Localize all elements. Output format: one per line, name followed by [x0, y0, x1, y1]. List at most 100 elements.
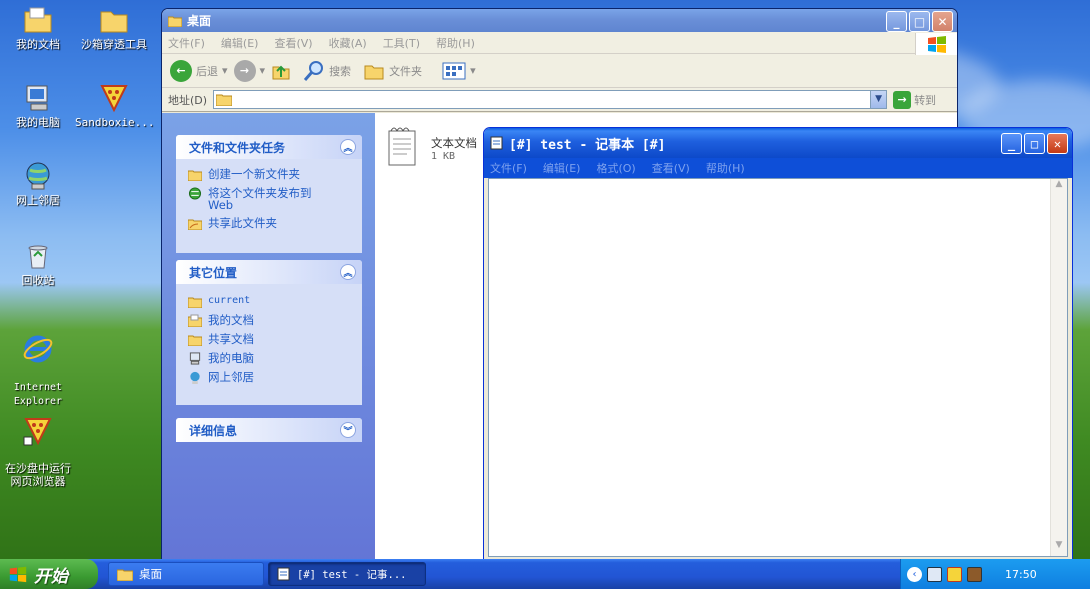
- scroll-down-arrow-icon[interactable]: ▼: [1051, 540, 1067, 556]
- place-label: 我的文档: [208, 313, 254, 327]
- expand-chevron-icon[interactable]: ︾: [340, 422, 356, 438]
- task-share-folder[interactable]: 共享此文件夹: [176, 214, 362, 233]
- details-panel-header[interactable]: 详细信息 ︾: [176, 418, 362, 442]
- place-current[interactable]: current: [176, 292, 362, 311]
- menu-file[interactable]: 文件(F): [490, 160, 527, 176]
- desktop-icon-recycle-bin[interactable]: 回收站: [0, 240, 77, 287]
- place-shared-documents[interactable]: 共享文档: [176, 330, 362, 349]
- menu-favorites[interactable]: 收藏(A): [329, 35, 367, 51]
- my-documents-icon: [24, 7, 52, 33]
- place-label: current: [208, 295, 251, 306]
- collapse-chevron-icon[interactable]: ︽: [340, 139, 356, 155]
- minimize-button[interactable]: _: [1001, 133, 1022, 154]
- desktop-icon-my-computer[interactable]: 我的电脑: [0, 82, 77, 129]
- go-label: 转到: [914, 93, 937, 107]
- menu-edit[interactable]: 编辑(E): [543, 160, 581, 176]
- desktop-icon-my-documents[interactable]: 我的文档: [0, 4, 77, 51]
- explorer-menubar: 文件(F) 编辑(E) 查看(V) 收藏(A) 工具(T) 帮助(H): [162, 32, 957, 54]
- clock: 17:50: [1005, 567, 1037, 581]
- start-button[interactable]: 开始: [0, 559, 98, 589]
- address-input[interactable]: ▼: [213, 90, 888, 109]
- task-label: 创建一个新文件夹: [208, 167, 300, 181]
- tasks-panel-header[interactable]: 文件和文件夹任务 ︽: [176, 135, 362, 159]
- maximize-button[interactable]: □: [1024, 133, 1045, 154]
- desktop-icon-sandbox-tool[interactable]: 沙箱穿透工具: [75, 4, 153, 51]
- sandboxie-tray-icon[interactable]: [947, 566, 962, 582]
- windows-logo-icon: [9, 566, 27, 583]
- computer-icon: [189, 352, 201, 365]
- forward-button[interactable]: → ▾: [233, 59, 265, 82]
- taskbar-item-desktop[interactable]: 桌面: [108, 562, 264, 586]
- notepad-titlebar[interactable]: [#] test - 记事本 [#] _ □ ✕: [484, 128, 1072, 158]
- tasks-panel-title: 文件和文件夹任务: [189, 140, 286, 155]
- place-network[interactable]: 网上邻居: [176, 368, 362, 387]
- menu-view[interactable]: 查看(V): [274, 35, 312, 51]
- desktop-icon-label: 回收站: [21, 274, 55, 287]
- menu-file[interactable]: 文件(F): [168, 35, 205, 51]
- search-label: 搜索: [329, 64, 352, 78]
- desktop-icon-network[interactable]: 网上邻居: [0, 160, 77, 207]
- details-panel: 详细信息 ︾: [176, 418, 362, 442]
- taskbar-item-notepad[interactable]: [#] test - 记事...: [268, 562, 426, 586]
- back-button[interactable]: ← 后退 ▾: [170, 59, 228, 82]
- explorer-title: 桌面: [187, 14, 212, 28]
- maximize-button[interactable]: □: [909, 11, 930, 32]
- file-item-text[interactable]: 文本文档 1 KB: [387, 127, 477, 167]
- task-publish-web[interactable]: 将这个文件夹发布到 Web: [176, 184, 362, 214]
- desktop-icon-sandbox-browser[interactable]: 在沙盘中运行 网页浏览器: [0, 402, 77, 488]
- folders-label: 文件夹: [389, 64, 423, 78]
- address-dropdown-button[interactable]: ▼: [870, 91, 887, 108]
- close-button[interactable]: ✕: [1047, 133, 1068, 154]
- desktop-icon-label: 我的电脑: [16, 116, 60, 129]
- notepad-text-area[interactable]: ▲ ▼: [488, 178, 1068, 557]
- details-panel-title: 详细信息: [189, 423, 238, 438]
- share-folder-icon: [188, 219, 202, 230]
- folder-icon: [168, 16, 182, 27]
- taskbar: 开始 桌面 [#] test - 记事... ? ¿ ‹ 17:50: [0, 559, 1090, 589]
- desktop-icon-ie[interactable]: Internet Explorer: [0, 320, 77, 408]
- system-tray: ‹ 17:50: [900, 559, 1090, 589]
- notepad-icon: [490, 136, 503, 150]
- vertical-scrollbar[interactable]: ▲ ▼: [1050, 179, 1067, 556]
- desktop-icon-label: 我的文档: [16, 38, 60, 51]
- go-button[interactable]: → 转到: [893, 90, 937, 109]
- folders-button[interactable]: 文件夹: [363, 61, 422, 81]
- views-button[interactable]: ▾: [442, 61, 476, 81]
- back-label: 后退: [196, 64, 218, 78]
- address-label: 地址(D): [168, 93, 208, 107]
- shared-folder-icon: [188, 335, 202, 346]
- desktop-icon-sandboxie[interactable]: Sandboxie...: [75, 82, 154, 129]
- notepad-title: [#] test - 记事本 [#]: [509, 137, 666, 153]
- folder-icon: [216, 94, 233, 106]
- tray-expand-icon[interactable]: ‹: [907, 566, 922, 582]
- close-button[interactable]: ✕: [932, 11, 953, 32]
- network-icon: [26, 162, 50, 190]
- menu-edit[interactable]: 编辑(E): [221, 35, 259, 51]
- start-label: 开始: [34, 566, 68, 587]
- notepad-icon: [277, 567, 290, 581]
- menu-tools[interactable]: 工具(T): [383, 35, 420, 51]
- app-tray-icon[interactable]: [967, 566, 982, 582]
- network-icon: [190, 371, 200, 384]
- network-connection-icon[interactable]: [927, 566, 942, 582]
- dropdown-arrow-icon: ▾: [222, 64, 228, 77]
- task-new-folder[interactable]: 创建一个新文件夹: [176, 165, 362, 184]
- folder-icon: [100, 11, 128, 33]
- place-my-documents[interactable]: 我的文档: [176, 311, 362, 330]
- scroll-up-arrow-icon[interactable]: ▲: [1051, 179, 1067, 195]
- minimize-button[interactable]: _: [886, 11, 907, 32]
- place-my-computer[interactable]: 我的电脑: [176, 349, 362, 368]
- up-folder-icon: [272, 65, 290, 79]
- up-button[interactable]: [271, 61, 291, 81]
- collapse-chevron-icon[interactable]: ︽: [340, 264, 356, 280]
- explorer-titlebar[interactable]: 桌面 _ □ ✕: [162, 9, 957, 32]
- menu-format[interactable]: 格式(O): [596, 160, 635, 176]
- menu-help[interactable]: 帮助(H): [436, 35, 475, 51]
- menu-view[interactable]: 查看(V): [652, 160, 690, 176]
- other-places-header[interactable]: 其它位置 ︽: [176, 260, 362, 284]
- address-bar: 地址(D) ▼ → 转到: [162, 88, 957, 112]
- my-documents-icon: [188, 314, 202, 327]
- search-button[interactable]: 搜索: [303, 60, 351, 82]
- sandboxie-icon: [100, 85, 128, 113]
- menu-help[interactable]: 帮助(H): [706, 160, 745, 176]
